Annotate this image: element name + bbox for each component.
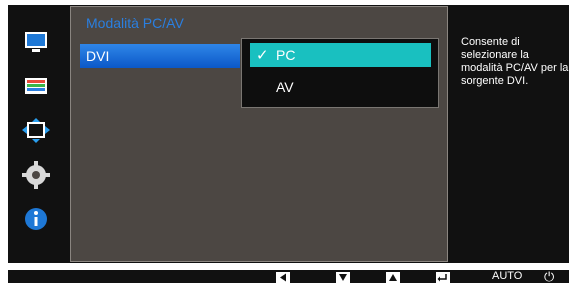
menu-item-label: DVI bbox=[86, 48, 110, 64]
help-text: Consente di selezionare la modalità PC/A… bbox=[461, 36, 569, 87]
auto-button[interactable]: AUTO bbox=[492, 270, 522, 282]
menu-item-dvi[interactable]: DVI bbox=[80, 44, 240, 68]
up-arrow-icon[interactable] bbox=[386, 272, 400, 283]
info-icon[interactable] bbox=[18, 204, 54, 234]
option-label: AV bbox=[276, 79, 294, 95]
enter-icon[interactable] bbox=[436, 272, 450, 283]
mode-dropdown[interactable]: ✓ PC AV bbox=[241, 38, 439, 108]
option-pc[interactable]: ✓ PC bbox=[250, 43, 431, 67]
gear-icon[interactable] bbox=[18, 160, 54, 190]
resize-arrows-icon[interactable] bbox=[18, 116, 54, 146]
down-arrow-icon[interactable] bbox=[336, 272, 350, 283]
option-av[interactable]: AV bbox=[250, 75, 431, 99]
left-arrow-icon[interactable] bbox=[276, 272, 290, 283]
bottom-button-bar: AUTO ⏻ bbox=[8, 269, 569, 284]
option-label: PC bbox=[276, 47, 296, 63]
menu-title: Modalità PC/AV bbox=[86, 15, 184, 31]
monitor-icon[interactable] bbox=[18, 28, 54, 58]
checkmark-icon: ✓ bbox=[256, 47, 269, 64]
color-bars-icon[interactable] bbox=[18, 72, 54, 102]
